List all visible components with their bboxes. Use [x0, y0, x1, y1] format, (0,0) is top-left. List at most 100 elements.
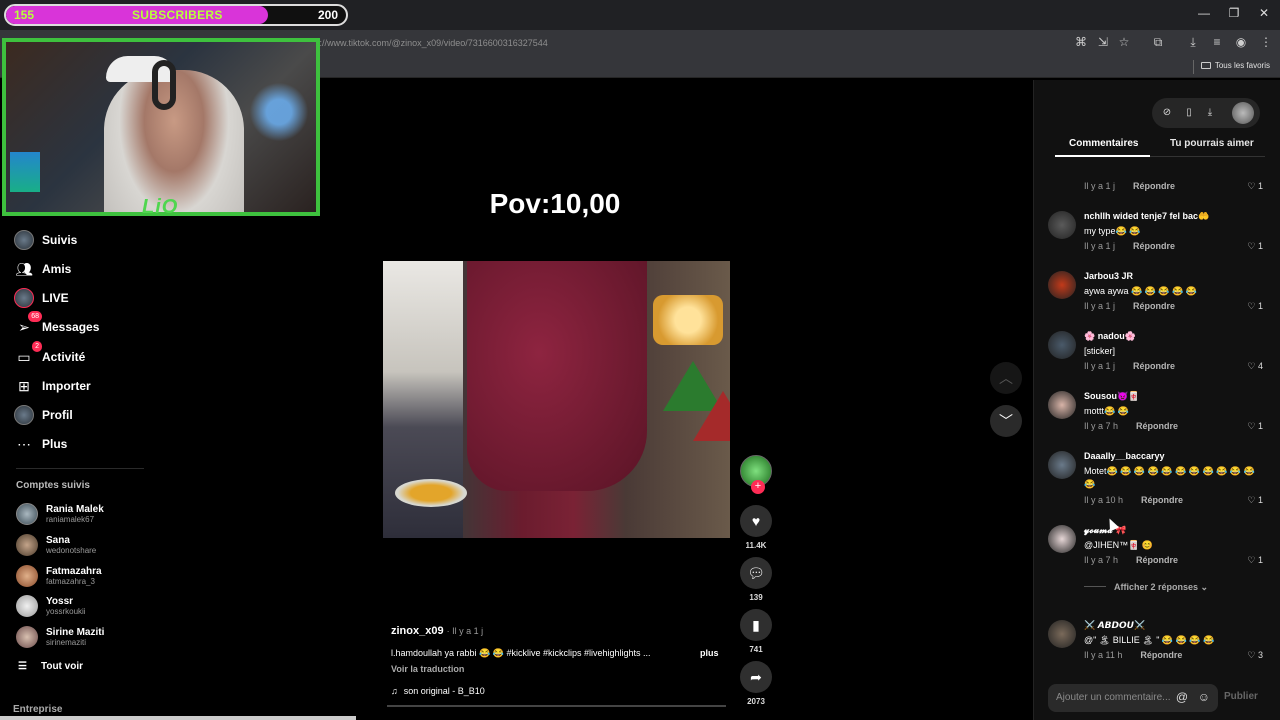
reply-button[interactable]: Répondre	[1140, 650, 1182, 660]
comment-like[interactable]: ♡ 4	[1247, 361, 1263, 372]
comment-like[interactable]: ♡ 1	[1247, 421, 1263, 432]
comment-action[interactable]: 💬︎ 139	[740, 557, 772, 602]
device-icon[interactable]: ▯	[1182, 106, 1196, 120]
avatar[interactable]	[1048, 271, 1076, 299]
followed-account[interactable]: Fatmazahra fatmazahra_3	[16, 563, 102, 589]
next-video-button[interactable]: ﹀	[990, 405, 1022, 437]
media-control-icon[interactable]: ≡	[1209, 35, 1225, 49]
avatar[interactable]	[1048, 331, 1076, 359]
nav-suivis[interactable]: Suivis	[14, 228, 77, 252]
like-action[interactable]: ♥ 11.4K	[740, 505, 772, 550]
publish-button[interactable]: Publier	[1224, 691, 1258, 702]
nav-plus[interactable]: ⋯ Plus	[14, 432, 67, 456]
minimize-icon[interactable]: —	[1194, 6, 1214, 20]
nav-profil[interactable]: Profil	[14, 403, 73, 427]
avatar	[16, 595, 38, 617]
comment-like[interactable]: ♡ 1	[1247, 181, 1263, 192]
menu-kebab-icon[interactable]: ⋮	[1258, 35, 1274, 49]
star-icon[interactable]: ☆	[1116, 35, 1132, 49]
coins-icon[interactable]: ⊘	[1160, 106, 1174, 120]
extensions-icon[interactable]: ⧉	[1150, 35, 1166, 50]
avatar[interactable]	[1048, 451, 1076, 479]
restore-icon[interactable]: ❐	[1224, 6, 1244, 20]
save-action[interactable]: ▮ 741	[740, 609, 772, 654]
avatar[interactable]	[1048, 391, 1076, 419]
tab-comments[interactable]: Commentaires	[1069, 138, 1138, 149]
nav-amis[interactable]: 👥︎ Amis	[14, 257, 71, 281]
comment-author[interactable]: 🌸 nadou🌸	[1084, 331, 1136, 342]
see-translation-link[interactable]: Voir la traduction	[391, 664, 464, 674]
video-progress-bar[interactable]	[387, 705, 726, 707]
reply-button[interactable]: Répondre	[1133, 241, 1175, 251]
see-all-button[interactable]: ☰ Tout voir	[18, 661, 83, 672]
nav-importer[interactable]: ⊞ Importer	[14, 374, 91, 398]
reply-button[interactable]: Répondre	[1133, 181, 1175, 191]
share-action[interactable]: ➦ 2073	[740, 661, 772, 706]
followed-account[interactable]: Rania Malek raniamalek67	[16, 501, 104, 527]
tab-you-may-like[interactable]: Tu pourrais aimer	[1170, 138, 1254, 149]
comment-author[interactable]: Jarbou3 JR	[1084, 271, 1133, 281]
comment-author[interactable]: 𝔂𝓸𝓾𝓶𝓪 🎀	[1084, 525, 1126, 536]
close-icon[interactable]: ✕	[1254, 6, 1274, 20]
nav-live[interactable]: LIVE	[14, 286, 69, 310]
comment-author[interactable]: Sousou👿🀄	[1084, 391, 1139, 402]
reply-button[interactable]: Répondre	[1136, 555, 1178, 565]
reply-button[interactable]: Répondre	[1136, 421, 1178, 431]
share-icon[interactable]: ➦	[740, 661, 772, 693]
bookmark-icon[interactable]: ▮	[740, 609, 772, 641]
save-count: 741	[749, 645, 763, 654]
video-player[interactable]	[383, 261, 730, 538]
install-app-icon[interactable]: ⇲	[1095, 35, 1111, 49]
caption-more-button[interactable]: plus	[700, 648, 719, 658]
download-app-icon[interactable]: ⤓	[1203, 106, 1217, 120]
creator-avatar-button[interactable]: +	[740, 455, 772, 494]
followed-account[interactable]: Sana wedonotshare	[16, 532, 96, 558]
comment-author[interactable]: nchllh wided tenje7 fel bac🤲	[1084, 211, 1209, 222]
download-icon[interactable]: ⤓	[1185, 35, 1201, 50]
follow-plus-icon[interactable]: +	[751, 480, 765, 494]
comment-like[interactable]: ♡ 1	[1247, 241, 1263, 252]
nav-messages[interactable]: ➢ 68 Messages	[14, 311, 99, 339]
followed-account[interactable]: Sirine Maziti sirinemaziti	[16, 624, 104, 650]
comment-input[interactable]: Ajouter un commentaire... @ ☺	[1048, 684, 1218, 712]
comment-like[interactable]: ♡ 1	[1247, 555, 1263, 566]
nav-divider	[16, 468, 144, 469]
comment-author[interactable]: Daaally__baccaryy	[1084, 451, 1165, 461]
activity-badge: 2	[32, 341, 42, 352]
comment-like[interactable]: ♡ 3	[1247, 650, 1263, 661]
video-author[interactable]: zinox_x09	[391, 625, 444, 637]
translate-icon[interactable]: ⌘	[1073, 35, 1089, 49]
comment-like-count: 1	[1257, 241, 1263, 251]
url-text[interactable]: https://www.tiktok.com/@zinox_x09/video/…	[300, 38, 548, 48]
show-replies-button[interactable]: Afficher 2 réponses ⌄	[1084, 582, 1208, 593]
reply-button[interactable]: Répondre	[1133, 361, 1175, 371]
followed-account[interactable]: Yossr yossrkoukii	[16, 593, 86, 619]
comment-author[interactable]: ⚔️ 𝘼𝘽𝘿𝙊𝙐⚔️	[1084, 620, 1145, 631]
comment-like[interactable]: ♡ 1	[1247, 495, 1263, 506]
all-bookmarks-button[interactable]: Tous les favoris	[1200, 61, 1270, 70]
avatar[interactable]	[1048, 620, 1076, 648]
heart-icon[interactable]: ♥	[740, 505, 772, 537]
video-author-line[interactable]: zinox_x09 · Il y a 1 j	[391, 625, 483, 637]
reply-button[interactable]: Répondre	[1133, 301, 1175, 311]
avatar[interactable]	[1048, 525, 1076, 553]
nav-activite[interactable]: ▭ 2 Activité	[14, 341, 85, 369]
nav-label: Importer	[42, 379, 91, 393]
webcam-overlay	[2, 38, 320, 216]
mention-icon[interactable]: @	[1176, 690, 1188, 704]
comment-text: @" 🏝 BILLIE 🏝 " 😂 😂 😂 😂	[1084, 635, 1215, 645]
comment-like[interactable]: ♡ 1	[1247, 301, 1263, 312]
comment-icon[interactable]: 💬︎	[740, 557, 772, 589]
previous-video-button[interactable]: ︿	[990, 362, 1022, 394]
account-handle: raniamalek67	[46, 514, 95, 524]
profile-avatar-icon[interactable]: ◉	[1233, 35, 1249, 49]
emoji-icon[interactable]: ☺	[1198, 690, 1210, 704]
avatar	[16, 565, 38, 587]
reply-button[interactable]: Répondre	[1141, 495, 1183, 505]
user-avatar[interactable]	[1232, 102, 1254, 124]
cam-background-screen	[10, 152, 40, 192]
sound-link[interactable]: ♫ son original - B_B10	[391, 686, 485, 696]
entreprise-link[interactable]: Entreprise	[13, 704, 62, 715]
nav-label: Profil	[42, 408, 73, 422]
avatar[interactable]	[1048, 211, 1076, 239]
